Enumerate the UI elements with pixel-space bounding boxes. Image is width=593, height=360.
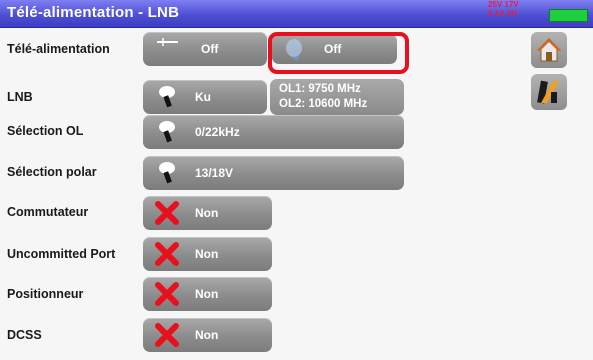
tools-button[interactable] [531,74,567,110]
home-button[interactable] [531,32,567,68]
title-bar: Télé-alimentation - LNB 25V 17V 0.1A 1H [0,0,593,28]
status-line-2: 0.1A 1H [488,9,518,18]
cross-icon [155,242,179,266]
selection-polar-button[interactable]: 13/18V [143,156,404,190]
uncommitted-port-value: Non [195,247,219,261]
selection-ol-value: 0/22kHz [195,125,240,139]
ol1-frequency: OL1: 9750 MHz [279,83,361,95]
satellite-dish-icon [159,121,175,143]
label-commutateur: Commutateur [7,205,89,219]
cross-icon [155,201,179,225]
label-selection-polar: Sélection polar [7,165,97,179]
selection-polar-value: 13/18V [195,166,234,180]
selection-ol-button[interactable]: 0/22kHz [143,115,404,149]
selection-highlight [268,32,409,74]
label-selection-ol: Sélection OL [7,124,84,138]
uncommitted-port-button[interactable]: Non [143,237,272,271]
commutateur-button[interactable]: Non [143,196,272,230]
battery-icon [549,9,588,22]
lnb-button[interactable]: Ku [143,80,267,114]
label-lnb: LNB [7,90,33,104]
home-icon [536,38,562,62]
tools-icon [537,80,559,104]
cross-icon [155,323,179,347]
dcss-button[interactable]: Non [143,318,272,352]
lnb-value: Ku [195,90,211,104]
tele-alimentation-button-1[interactable]: Off [143,32,267,66]
label-tele-alimentation: Télé-alimentation [7,42,110,56]
commutateur-value: Non [195,206,219,220]
label-positionneur: Positionneur [7,287,84,301]
positionneur-button[interactable]: Non [143,277,272,311]
tele-alimentation-value-1: Off [201,42,219,56]
cross-icon [155,282,179,306]
ol2-frequency: OL2: 10600 MHz [279,98,368,110]
label-dcss: DCSS [7,328,42,342]
page-title: Télé-alimentation - LNB [7,4,180,21]
dcss-value: Non [195,328,219,342]
positionneur-value: Non [195,287,219,301]
lnb-frequencies: OL1: 9750 MHz OL2: 10600 MHz [270,79,404,115]
power-status: 25V 17V 0.1A 1H [488,0,534,27]
satellite-dish-icon [159,86,175,108]
cable-icon [157,38,178,46]
status-line-1: 25V 17V [488,0,519,9]
satellite-dish-icon [159,162,175,184]
label-uncommitted-port: Uncommitted Port [7,247,116,261]
